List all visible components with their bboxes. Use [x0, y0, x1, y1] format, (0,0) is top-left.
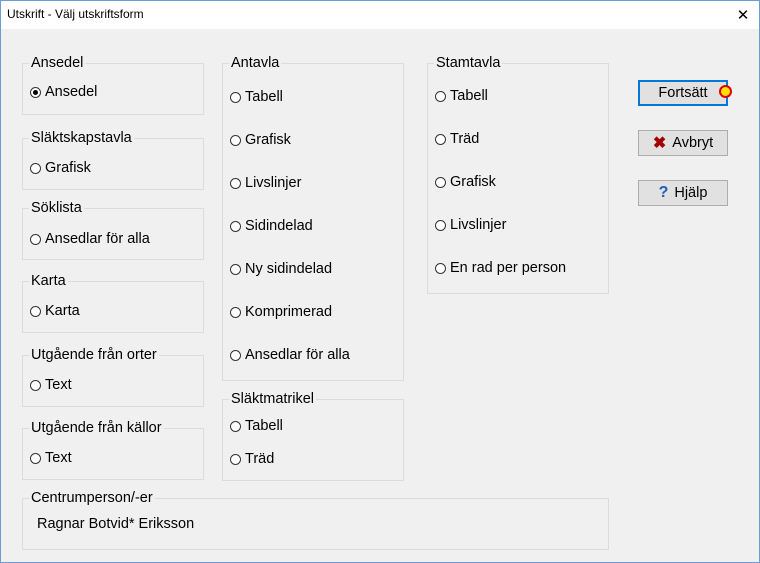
cancel-label: Avbryt: [672, 135, 714, 151]
radio-kallor-text[interactable]: Text: [30, 448, 72, 468]
radio-soklista-ansedlar[interactable]: Ansedlar för alla: [30, 229, 150, 249]
radio-label: Text: [45, 450, 72, 466]
radio-label: Komprimerad: [245, 304, 333, 320]
radio-icon: [230, 177, 241, 189]
radio-label: Livslinjer: [450, 217, 507, 233]
radio-icon: [435, 262, 446, 274]
close-icon: ✕: [736, 7, 750, 24]
radio-label: En rad per person: [450, 260, 567, 276]
radio-karta[interactable]: Karta: [30, 301, 80, 321]
radio-icon: [230, 91, 241, 103]
radio-antavla-livslinjer[interactable]: Livslinjer: [230, 173, 301, 193]
radio-label: Träd: [245, 451, 275, 467]
radio-icon: [30, 379, 41, 391]
radio-label: Text: [45, 377, 72, 393]
radio-label: Grafisk: [245, 132, 291, 148]
question-icon: ?: [658, 184, 669, 201]
continue-button[interactable]: Fortsätt: [638, 80, 732, 106]
radio-label: Sidindelad: [245, 218, 313, 234]
continue-label: Fortsätt: [658, 85, 708, 101]
radio-icon: [230, 220, 241, 232]
help-button[interactable]: ? Hjälp: [638, 180, 728, 206]
radio-antavla-ansedlar[interactable]: Ansedlar för alla: [230, 345, 350, 365]
radio-stamtavla-trad[interactable]: Träd: [435, 129, 479, 149]
radio-icon: [435, 90, 446, 102]
radio-matrikel-trad[interactable]: Träd: [230, 449, 274, 469]
radio-icon: [30, 452, 41, 464]
print-dialog: Utskrift - Välj utskriftsform ✕ Ansedel …: [0, 0, 760, 563]
radio-slaktskap-grafisk[interactable]: Grafisk: [30, 158, 91, 178]
radio-stamtavla-en-rad[interactable]: En rad per person: [435, 258, 566, 278]
radio-stamtavla-tabell[interactable]: Tabell: [435, 86, 488, 106]
group-legend: Söklista: [29, 199, 84, 217]
group-slaktskapstavla: Släktskapstavla Grafisk: [22, 129, 204, 190]
radio-icon: [435, 219, 446, 231]
group-legend: Centrumperson/-er: [29, 489, 155, 507]
group-legend: Utgående från källor: [29, 419, 164, 437]
group-legend: Antavla: [229, 54, 282, 72]
group-orter: Utgående från orter Text: [22, 346, 204, 407]
group-soklista: Söklista Ansedlar för alla: [22, 199, 204, 260]
radio-label: Tabell: [245, 89, 283, 105]
radio-checked-icon: [30, 86, 41, 98]
radio-label: Tabell: [245, 418, 283, 434]
group-legend: Ansedel: [29, 54, 86, 72]
radio-icon: [230, 453, 241, 465]
radio-label: Ansedlar för alla: [245, 347, 350, 363]
group-centrumperson: Centrumperson/-er Ragnar Botvid* Eriksso…: [22, 489, 609, 550]
radio-antavla-grafisk[interactable]: Grafisk: [230, 130, 291, 150]
window-title: Utskrift - Välj utskriftsform: [7, 7, 144, 21]
group-legend: Stamtavla: [434, 54, 503, 72]
group-karta: Karta Karta: [22, 272, 204, 333]
group-stamtavla: Stamtavla Tabell Träd Grafisk Livslinjer…: [427, 54, 609, 294]
radio-icon: [30, 233, 41, 245]
radio-antavla-komprimerad[interactable]: Komprimerad: [230, 302, 332, 322]
cancel-button[interactable]: ✖ Avbryt: [638, 130, 728, 156]
group-legend: Släktmatrikel: [229, 390, 316, 408]
group-legend: Karta: [29, 272, 68, 290]
radio-stamtavla-grafisk[interactable]: Grafisk: [435, 172, 496, 192]
radio-icon: [435, 133, 446, 145]
radio-antavla-ny-sidindelad[interactable]: Ny sidindelad: [230, 259, 332, 279]
group-legend: Släktskapstavla: [29, 129, 134, 147]
radio-icon: [230, 134, 241, 146]
radio-label: Grafisk: [45, 160, 91, 176]
help-label: Hjälp: [674, 185, 708, 201]
radio-ansedel[interactable]: Ansedel: [30, 82, 97, 102]
radio-icon: [435, 176, 446, 188]
group-kallor: Utgående från källor Text: [22, 419, 204, 480]
title-bar: Utskrift - Välj utskriftsform ✕: [1, 1, 759, 29]
radio-orter-text[interactable]: Text: [30, 375, 72, 395]
radio-icon: [30, 305, 41, 317]
group-slaktmatrikel: Släktmatrikel Tabell Träd: [222, 390, 404, 481]
radio-antavla-tabell[interactable]: Tabell: [230, 87, 283, 107]
radio-label: Ansedel: [45, 84, 98, 100]
status-indicator-icon: [719, 85, 732, 98]
radio-label: Grafisk: [450, 174, 496, 190]
group-legend: Utgående från orter: [29, 346, 159, 364]
radio-antavla-sidindelad[interactable]: Sidindelad: [230, 216, 313, 236]
group-antavla: Antavla Tabell Grafisk Livslinjer Sidind…: [222, 54, 404, 381]
radio-label: Livslinjer: [245, 175, 302, 191]
centrumperson-value: Ragnar Botvid* Eriksson: [37, 516, 195, 532]
radio-label: Ny sidindelad: [245, 261, 333, 277]
group-ansedel: Ansedel Ansedel: [22, 54, 204, 115]
x-icon: ✖: [652, 135, 667, 152]
radio-icon: [230, 306, 241, 318]
radio-icon: [230, 349, 241, 361]
radio-matrikel-tabell[interactable]: Tabell: [230, 416, 283, 436]
close-button[interactable]: ✕: [727, 1, 759, 29]
radio-label: Karta: [45, 303, 80, 319]
radio-icon: [230, 420, 241, 432]
radio-label: Tabell: [450, 88, 488, 104]
radio-icon: [30, 162, 41, 174]
radio-icon: [230, 263, 241, 275]
radio-stamtavla-livslinjer[interactable]: Livslinjer: [435, 215, 506, 235]
radio-label: Träd: [450, 131, 480, 147]
radio-label: Ansedlar för alla: [45, 231, 150, 247]
